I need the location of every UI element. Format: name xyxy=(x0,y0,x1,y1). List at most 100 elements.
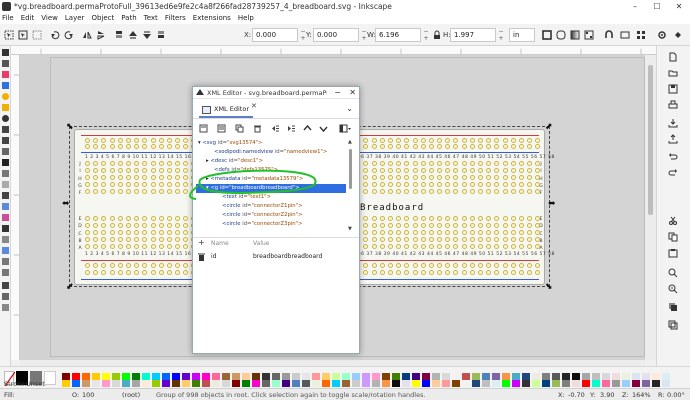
menu-file[interactable]: File xyxy=(2,14,14,22)
color-swatch[interactable] xyxy=(62,380,70,387)
menu-layer[interactable]: Layer xyxy=(65,14,85,22)
lock-icon[interactable] xyxy=(432,30,442,40)
color-swatch[interactable] xyxy=(232,373,240,380)
h-stepper[interactable]: − + xyxy=(496,28,506,42)
color-swatch[interactable] xyxy=(152,373,160,380)
color-swatch[interactable] xyxy=(212,380,220,387)
raise-icon[interactable] xyxy=(128,30,138,40)
3d-box-tool-icon[interactable] xyxy=(2,82,9,89)
dialog-minimize-button[interactable]: − xyxy=(334,88,341,97)
xml-node[interactable]: <circle id="connectorZ1pin"> xyxy=(196,202,303,211)
pages-tool-icon[interactable] xyxy=(2,293,9,300)
resize-handle-right[interactable]: ⬌ xyxy=(548,200,556,209)
xml-node[interactable]: <circle id="connectorZ2pin"> xyxy=(196,211,303,220)
color-swatch[interactable] xyxy=(622,380,630,387)
calligraphy-tool-icon[interactable] xyxy=(2,148,9,155)
color-swatch[interactable] xyxy=(402,380,410,387)
color-swatch[interactable] xyxy=(352,373,360,380)
color-swatch[interactable] xyxy=(332,373,340,380)
color-swatch[interactable] xyxy=(172,373,180,380)
color-swatch[interactable] xyxy=(382,380,390,387)
color-swatch[interactable] xyxy=(202,380,210,387)
text-tool-icon[interactable] xyxy=(2,159,9,166)
more-tools-icon[interactable] xyxy=(2,304,9,311)
redo-icon[interactable] xyxy=(668,168,678,178)
color-swatch[interactable] xyxy=(452,373,460,380)
color-swatch[interactable] xyxy=(622,373,630,380)
color-swatch[interactable] xyxy=(492,380,500,387)
duplicate-icon[interactable] xyxy=(668,302,678,312)
color-swatch[interactable] xyxy=(442,373,450,380)
color-swatch[interactable] xyxy=(292,380,300,387)
tweak-tool-icon[interactable] xyxy=(2,236,9,243)
clone-icon[interactable] xyxy=(668,320,678,330)
xml-editor-titlebar[interactable]: XML Editor - svg.breadboard.permaProtoFu… xyxy=(193,87,359,99)
opacity-value[interactable]: 100 xyxy=(82,391,94,399)
save-icon[interactable] xyxy=(668,84,678,94)
zoom-tool-icon[interactable] xyxy=(2,258,9,265)
color-swatch[interactable] xyxy=(72,380,80,387)
undo-icon[interactable] xyxy=(668,152,678,162)
vertical-scroll-thumb[interactable] xyxy=(648,65,653,215)
xml-node[interactable]: <sodipodi:namedview id="namedview1"> xyxy=(196,148,327,157)
color-swatch[interactable] xyxy=(222,373,230,380)
color-swatch[interactable] xyxy=(62,373,70,380)
tab-xml-editor[interactable]: XML Editor xyxy=(199,102,253,118)
color-swatch[interactable] xyxy=(232,380,240,387)
ellipse-tool-icon[interactable] xyxy=(2,93,9,100)
y-field[interactable]: 0.000 xyxy=(313,28,359,42)
node-tool-icon[interactable] xyxy=(2,60,9,67)
color-swatch[interactable] xyxy=(572,380,580,387)
tab-menu-chevron-icon[interactable]: ⌄ xyxy=(346,104,353,113)
selector-tool-icon[interactable] xyxy=(2,49,9,56)
raise-to-top-icon[interactable] xyxy=(114,30,124,40)
color-swatch[interactable] xyxy=(512,380,520,387)
color-swatch[interactable] xyxy=(532,380,540,387)
color-swatch[interactable] xyxy=(412,380,420,387)
import-icon[interactable] xyxy=(668,118,678,128)
color-swatch[interactable] xyxy=(572,373,580,380)
lower-icon[interactable] xyxy=(142,30,152,40)
menu-edit[interactable]: Edit xyxy=(21,14,35,22)
color-swatch[interactable] xyxy=(142,380,150,387)
display-mode-icon[interactable] xyxy=(620,30,630,40)
color-swatch[interactable] xyxy=(212,373,220,380)
color-swatch[interactable] xyxy=(352,380,360,387)
color-swatch[interactable] xyxy=(552,373,560,380)
color-swatch[interactable] xyxy=(522,380,530,387)
export-icon[interactable] xyxy=(668,134,678,144)
color-swatch[interactable] xyxy=(132,373,140,380)
color-swatch[interactable] xyxy=(152,380,160,387)
color-swatch[interactable] xyxy=(662,373,670,380)
select-all-icon[interactable] xyxy=(4,30,14,40)
color-swatch[interactable] xyxy=(312,380,320,387)
xml-node[interactable]: <circle id="connectorZ3pin"> xyxy=(196,220,303,229)
color-swatch[interactable] xyxy=(482,373,490,380)
scale-stroke-icon[interactable] xyxy=(542,30,552,40)
lpe-tool-icon[interactable] xyxy=(2,282,9,289)
menu-path[interactable]: Path xyxy=(121,14,136,22)
menu-filters[interactable]: Filters xyxy=(165,14,186,22)
connector-tool-icon[interactable] xyxy=(2,247,9,254)
h-field[interactable]: 1.997 xyxy=(450,28,496,42)
color-swatch[interactable] xyxy=(512,373,520,380)
color-swatch[interactable] xyxy=(302,373,310,380)
measure-tool-icon[interactable] xyxy=(2,269,9,276)
color-swatch[interactable] xyxy=(142,373,150,380)
color-swatch[interactable] xyxy=(112,380,120,387)
color-swatch[interactable] xyxy=(302,380,310,387)
resize-handle-top-right[interactable]: ⬈ xyxy=(545,123,553,132)
minimize-button[interactable]: – xyxy=(624,0,646,12)
color-swatch[interactable] xyxy=(102,380,110,387)
color-swatch[interactable] xyxy=(362,380,370,387)
duplicate-node-icon[interactable] xyxy=(235,124,244,133)
snap-icon[interactable] xyxy=(604,30,614,40)
scroll-down-icon[interactable]: ▼ xyxy=(348,226,352,232)
zoom-selection-icon[interactable] xyxy=(668,268,678,278)
color-swatch[interactable] xyxy=(92,373,100,380)
menu-extensions[interactable]: Extensions xyxy=(193,14,231,22)
new-document-icon[interactable] xyxy=(668,52,678,62)
color-swatch[interactable] xyxy=(432,380,440,387)
deselect-icon[interactable] xyxy=(32,30,42,40)
resize-handle-left[interactable]: ⬌ xyxy=(62,200,70,209)
